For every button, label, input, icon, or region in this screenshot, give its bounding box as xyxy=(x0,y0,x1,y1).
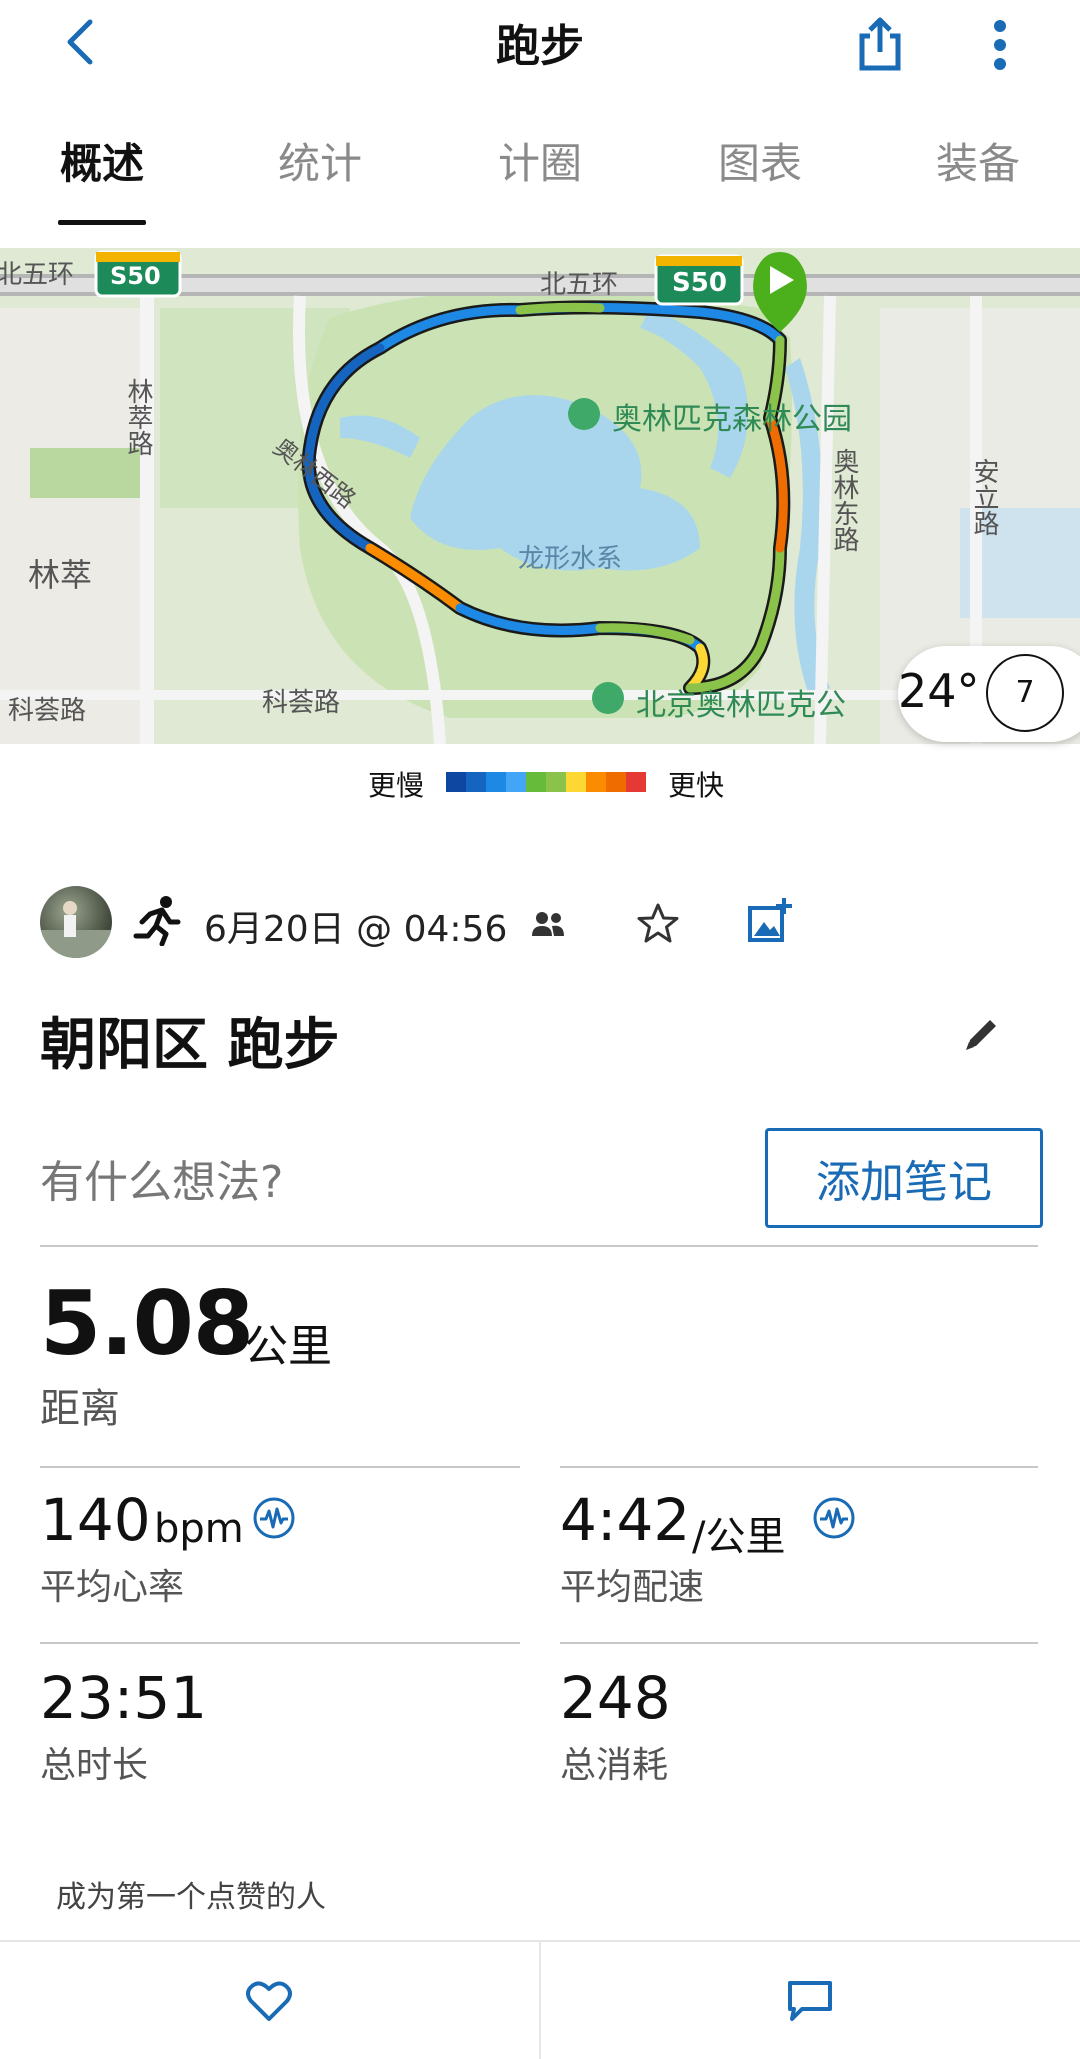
divider xyxy=(560,1466,1038,1468)
legend-swatch xyxy=(566,772,586,792)
bj-park-poi-icon xyxy=(592,682,624,714)
duration-value: 23:51 xyxy=(40,1664,208,1732)
legend-swatch xyxy=(546,772,566,792)
duration-label: 总时长 xyxy=(40,1745,149,1786)
calories-label: 总消耗 xyxy=(560,1745,669,1786)
likes-text: 成为第一个点赞的人 xyxy=(56,1880,326,1915)
running-icon xyxy=(132,894,184,950)
map-label-lincui: 林萃 xyxy=(28,556,93,594)
pace-label: 平均配速 xyxy=(560,1567,705,1608)
pace-legend: 更慢 更快 xyxy=(0,756,1080,806)
distance-label: 距离 xyxy=(40,1386,120,1432)
legend-swatch xyxy=(506,772,526,792)
map-label-bj-park: 北京奥林匹克公 xyxy=(636,688,846,723)
distance-unit: 公里 xyxy=(244,1321,332,1372)
map-label-aolin-east: 奥林东路 xyxy=(829,448,859,552)
weather-badge: 24° 7 xyxy=(898,646,1080,742)
divider xyxy=(560,1642,1038,1644)
add-note-button[interactable]: 添加笔记 xyxy=(765,1128,1043,1228)
avatar-photo xyxy=(40,901,112,958)
pace-value: 4:42 xyxy=(560,1486,691,1554)
map-label-anli: 安立路 xyxy=(969,458,999,536)
more-button[interactable] xyxy=(980,10,1020,80)
legend-swatch xyxy=(446,772,466,792)
share-button[interactable] xyxy=(848,8,912,80)
activity-date: 6月20日 @ 04:56 xyxy=(204,909,508,950)
pace-unit: /公里 xyxy=(692,1514,786,1560)
divider xyxy=(40,1245,1038,1247)
group-icon[interactable] xyxy=(530,910,566,942)
park-poi-icon xyxy=(568,398,600,430)
weather-temperature: 24° xyxy=(898,664,980,718)
legend-swatch xyxy=(626,772,646,792)
heart-rate-unit: bpm xyxy=(154,1506,244,1552)
edit-title-button[interactable] xyxy=(962,1014,1002,1058)
heart-icon xyxy=(246,1981,292,2021)
legend-swatch xyxy=(526,772,546,792)
activity-title: 朝阳区 跑步 xyxy=(40,1013,340,1078)
tab-gear[interactable]: 装备 xyxy=(878,130,1078,191)
map-label-s50-a: S50 xyxy=(110,262,161,290)
favorite-star-icon[interactable] xyxy=(636,902,680,950)
pencil-icon xyxy=(966,1020,996,1050)
map-label-linc-road: 林萃路 xyxy=(123,378,153,456)
more-vertical-icon xyxy=(994,20,1006,70)
legend-fast-label: 更快 xyxy=(668,769,725,802)
map-label-park: 奥林匹克森林公园 xyxy=(612,402,852,437)
tab-active-indicator xyxy=(58,220,146,225)
map-label-water: 龙形水系 xyxy=(518,544,623,574)
pace-chart-icon[interactable] xyxy=(812,1496,856,1544)
legend-color-bar xyxy=(446,772,646,792)
divider xyxy=(40,1466,520,1468)
page-title: 跑步 xyxy=(496,21,584,72)
legend-swatch xyxy=(466,772,486,792)
tab-overview[interactable]: 概述 xyxy=(2,130,202,191)
divider xyxy=(40,1642,520,1644)
bottom-action-bar xyxy=(0,1940,1080,2059)
map-label-ring-left: 北五环 xyxy=(0,260,75,290)
tab-charts[interactable]: 图表 xyxy=(660,130,860,191)
share-icon xyxy=(859,17,901,71)
thoughts-prompt[interactable]: 有什么想法? xyxy=(40,1146,283,1210)
map-label-kehui2: 科荟路 xyxy=(262,688,341,718)
comment-icon xyxy=(788,1980,832,2021)
legend-swatch xyxy=(606,772,626,792)
comment-button[interactable] xyxy=(541,1942,1079,2059)
calories-value: 248 xyxy=(560,1664,671,1732)
tab-laps[interactable]: 计圈 xyxy=(440,130,640,191)
map-label-ring-mid: 北五环 xyxy=(540,270,619,300)
heart-rate-label: 平均心率 xyxy=(40,1567,185,1608)
legend-swatch xyxy=(586,772,606,792)
legend-swatch xyxy=(486,772,506,792)
map-label-kehui1: 科荟路 xyxy=(8,696,87,726)
tab-bar: 概述 统计 计圈 图表 装备 xyxy=(0,120,1080,230)
top-bar: 跑步 xyxy=(0,0,1080,90)
distance-value: 5.08 xyxy=(40,1272,254,1375)
like-button[interactable] xyxy=(0,1942,538,2059)
wind-speed-icon: 7 xyxy=(986,654,1064,732)
avatar[interactable] xyxy=(40,886,112,958)
add-photo-icon[interactable] xyxy=(746,896,794,948)
heart-rate-chart-icon[interactable] xyxy=(252,1496,296,1544)
map-label-s50-b: S50 xyxy=(672,268,727,298)
heart-rate-value: 140 xyxy=(40,1486,151,1554)
legend-slow-label: 更慢 xyxy=(368,769,425,802)
tab-stats[interactable]: 统计 xyxy=(220,130,420,191)
